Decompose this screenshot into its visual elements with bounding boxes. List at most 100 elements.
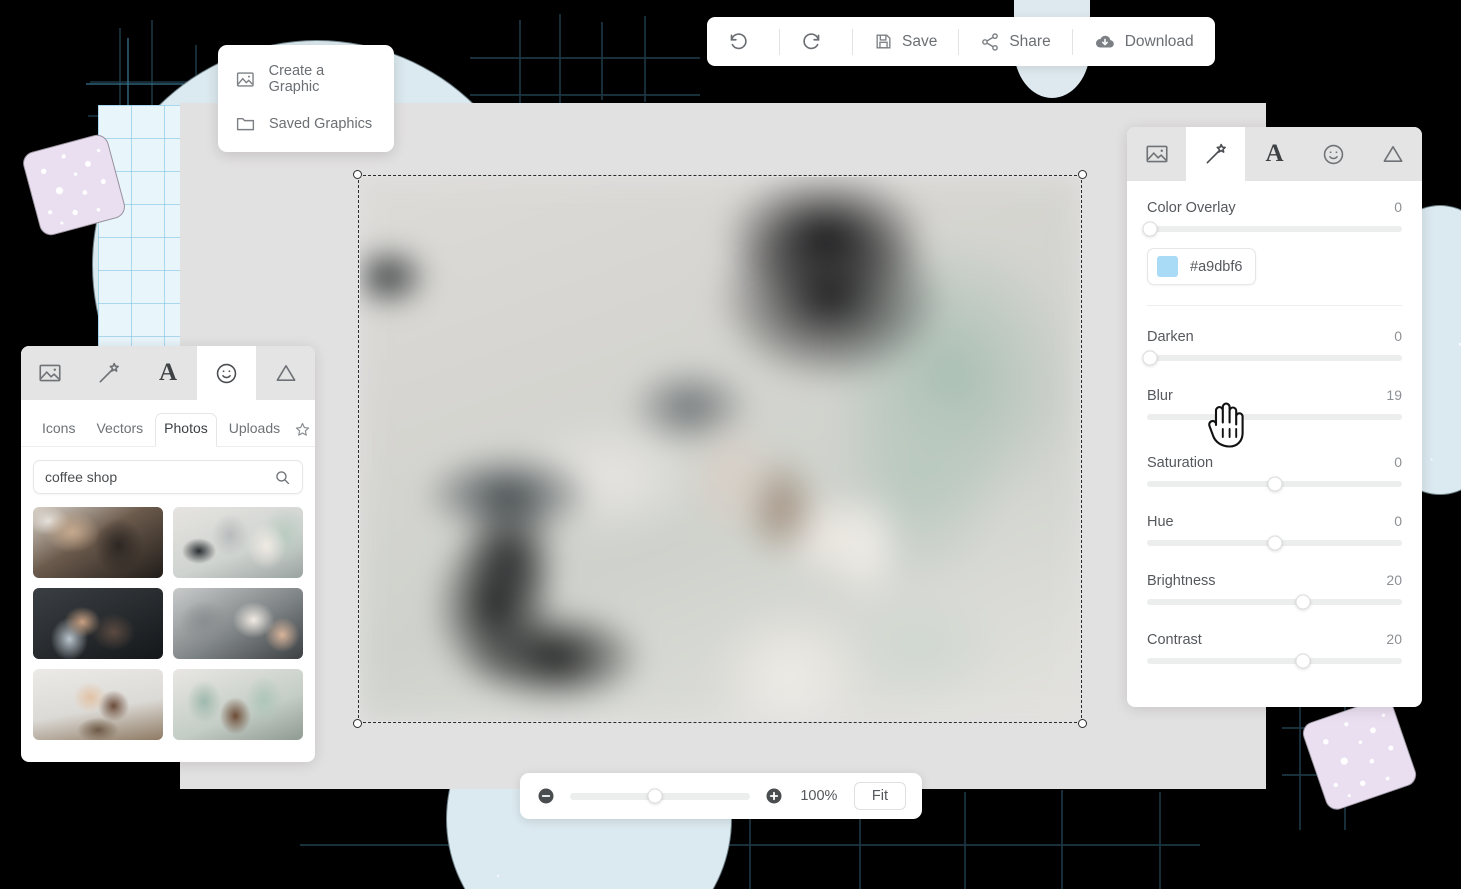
slider-knob[interactable]: [1267, 476, 1282, 492]
zoom-percentage-label: 100%: [800, 788, 838, 804]
share-icon: [982, 32, 999, 51]
media-tab-text[interactable]: A: [139, 346, 198, 400]
thumb-barista-pouring-milk[interactable]: [173, 507, 303, 578]
slider-value: 20: [1386, 631, 1402, 647]
slider-track[interactable]: [1147, 653, 1402, 669]
zoom-out-button[interactable]: [536, 786, 556, 806]
slider-color-overlay: Color Overlay 0: [1142, 199, 1402, 237]
fit-button[interactable]: Fit: [853, 782, 906, 810]
thumb-barista-tamping-coffee[interactable]: [173, 669, 303, 740]
slider-knob[interactable]: [1295, 653, 1311, 669]
share-label: Share: [1009, 32, 1051, 50]
slider-header: Saturation 0: [1147, 454, 1402, 471]
adjust-tab-effects[interactable]: [1186, 127, 1245, 181]
category-tab-photos[interactable]: Photos: [155, 413, 217, 447]
zoom-slider-track[interactable]: [570, 788, 750, 804]
media-tab-shapes[interactable]: [256, 346, 315, 400]
adjust-tab-shapes[interactable]: [1363, 127, 1422, 181]
menu-item-saved-graphics[interactable]: Saved Graphics: [218, 104, 394, 143]
slider-header: Brightness 20: [1147, 572, 1402, 589]
letter-a-icon: A: [158, 359, 178, 386]
category-tab-icons[interactable]: Icons: [33, 413, 84, 446]
slider-track[interactable]: [1142, 350, 1402, 366]
thumb-baristas-at-laptop[interactable]: [33, 669, 163, 740]
save-button[interactable]: Save: [853, 17, 958, 66]
search-input[interactable]: [45, 469, 274, 485]
search-icon[interactable]: [274, 469, 291, 486]
thumb-couple-in-cafe[interactable]: [33, 588, 163, 659]
favorites-button[interactable]: [294, 421, 311, 438]
media-tab-graphics[interactable]: [197, 346, 257, 400]
smiley-icon: [217, 363, 237, 383]
slider-track[interactable]: [1147, 409, 1402, 425]
category-tab-uploads[interactable]: Uploads: [220, 413, 289, 446]
adjust-tab-text[interactable]: A: [1245, 127, 1304, 181]
redo-button[interactable]: [780, 17, 852, 66]
magic-wand-icon: [1206, 143, 1226, 164]
zoom-slider-knob[interactable]: [647, 788, 663, 804]
slider-track[interactable]: [1142, 221, 1402, 237]
image-icon: [236, 71, 254, 87]
slider-blur: Blur 19: [1147, 387, 1402, 425]
photo-results-grid: [21, 494, 315, 753]
slider-knob[interactable]: [1142, 221, 1158, 237]
zoom-out-icon: [538, 788, 554, 804]
save-disk-icon: [876, 34, 891, 49]
slider-track[interactable]: [1147, 594, 1402, 610]
undo-button[interactable]: [707, 17, 779, 66]
slider-value: 0: [1394, 513, 1402, 529]
resize-handle-bottom-right[interactable]: [1078, 719, 1087, 728]
slider-label: Darken: [1147, 329, 1194, 345]
triangle-icon: [276, 365, 296, 381]
media-tab-effects[interactable]: [80, 346, 139, 400]
screenshot-root: Save Share Download Create a Graphic Sav…: [0, 0, 1461, 889]
resize-handle-bottom-left[interactable]: [353, 719, 362, 728]
download-label: Download: [1124, 32, 1194, 50]
slider-knob[interactable]: [1216, 409, 1231, 425]
photo-search-bar[interactable]: [33, 460, 303, 494]
slider-knob[interactable]: [1295, 594, 1311, 610]
slider-label: Hue: [1147, 514, 1174, 530]
share-button[interactable]: Share: [959, 17, 1071, 66]
slider-saturation: Saturation 0: [1147, 454, 1402, 492]
slider-header: Hue 0: [1147, 513, 1402, 530]
star-icon: [295, 422, 310, 436]
letter-a-icon: A: [1265, 140, 1284, 167]
adjust-tab-graphics[interactable]: [1304, 127, 1363, 181]
slider-knob[interactable]: [1267, 535, 1282, 551]
slider-knob[interactable]: [1142, 350, 1158, 366]
thumb-milk-pitcher-frothing[interactable]: [173, 588, 303, 659]
image-icon: [1145, 145, 1168, 163]
editor-canvas-window: [180, 103, 1266, 789]
slider-track[interactable]: [1147, 535, 1402, 551]
top-toolbar: Save Share Download: [707, 17, 1215, 66]
adjust-panel-body: Color Overlay 0 #a9dbf6 Darken 0 Blur 19…: [1127, 181, 1422, 669]
decorative-glitter-square-left: [20, 132, 128, 238]
graphics-dropdown-menu: Create a Graphic Saved Graphics: [218, 45, 394, 152]
panel-divider: [1147, 305, 1402, 306]
thumb-espresso-machine-counter[interactable]: [33, 507, 163, 578]
resize-handle-top-left[interactable]: [353, 170, 362, 179]
effects-adjustment-panel: A Color Overlay 0 #a9dbf6 Darken 0 Blur …: [1127, 127, 1422, 707]
adjust-tab-image[interactable]: [1127, 127, 1186, 181]
slider-track[interactable]: [1147, 476, 1402, 492]
media-tab-image[interactable]: [21, 346, 80, 400]
resize-handle-top-right[interactable]: [1078, 170, 1087, 179]
color-overlay-swatch-button[interactable]: #a9dbf6: [1147, 248, 1257, 285]
canvas-selected-image[interactable]: [353, 170, 1087, 728]
download-button[interactable]: Download: [1073, 17, 1215, 66]
slider-value: 20: [1386, 572, 1402, 588]
slider-header: Color Overlay 0: [1147, 199, 1402, 216]
slider-label: Contrast: [1147, 632, 1202, 648]
menu-item-label: Create a Graphic: [268, 63, 325, 95]
media-category-tabs: Icons Vectors Photos Uploads: [21, 400, 315, 447]
adjust-panel-tabbar: A: [1127, 127, 1422, 181]
category-tab-vectors[interactable]: Vectors: [87, 413, 152, 446]
decorative-glitter-square-right: [1299, 695, 1420, 813]
menu-item-label: Saved Graphics: [269, 115, 373, 132]
media-panel-tabbar: A: [21, 346, 315, 400]
menu-item-create-a-graphic[interactable]: Create a Graphic: [218, 54, 394, 104]
slider-value: 0: [1394, 328, 1402, 344]
zoom-in-button[interactable]: [764, 786, 784, 806]
slider-label: Brightness: [1147, 573, 1216, 589]
